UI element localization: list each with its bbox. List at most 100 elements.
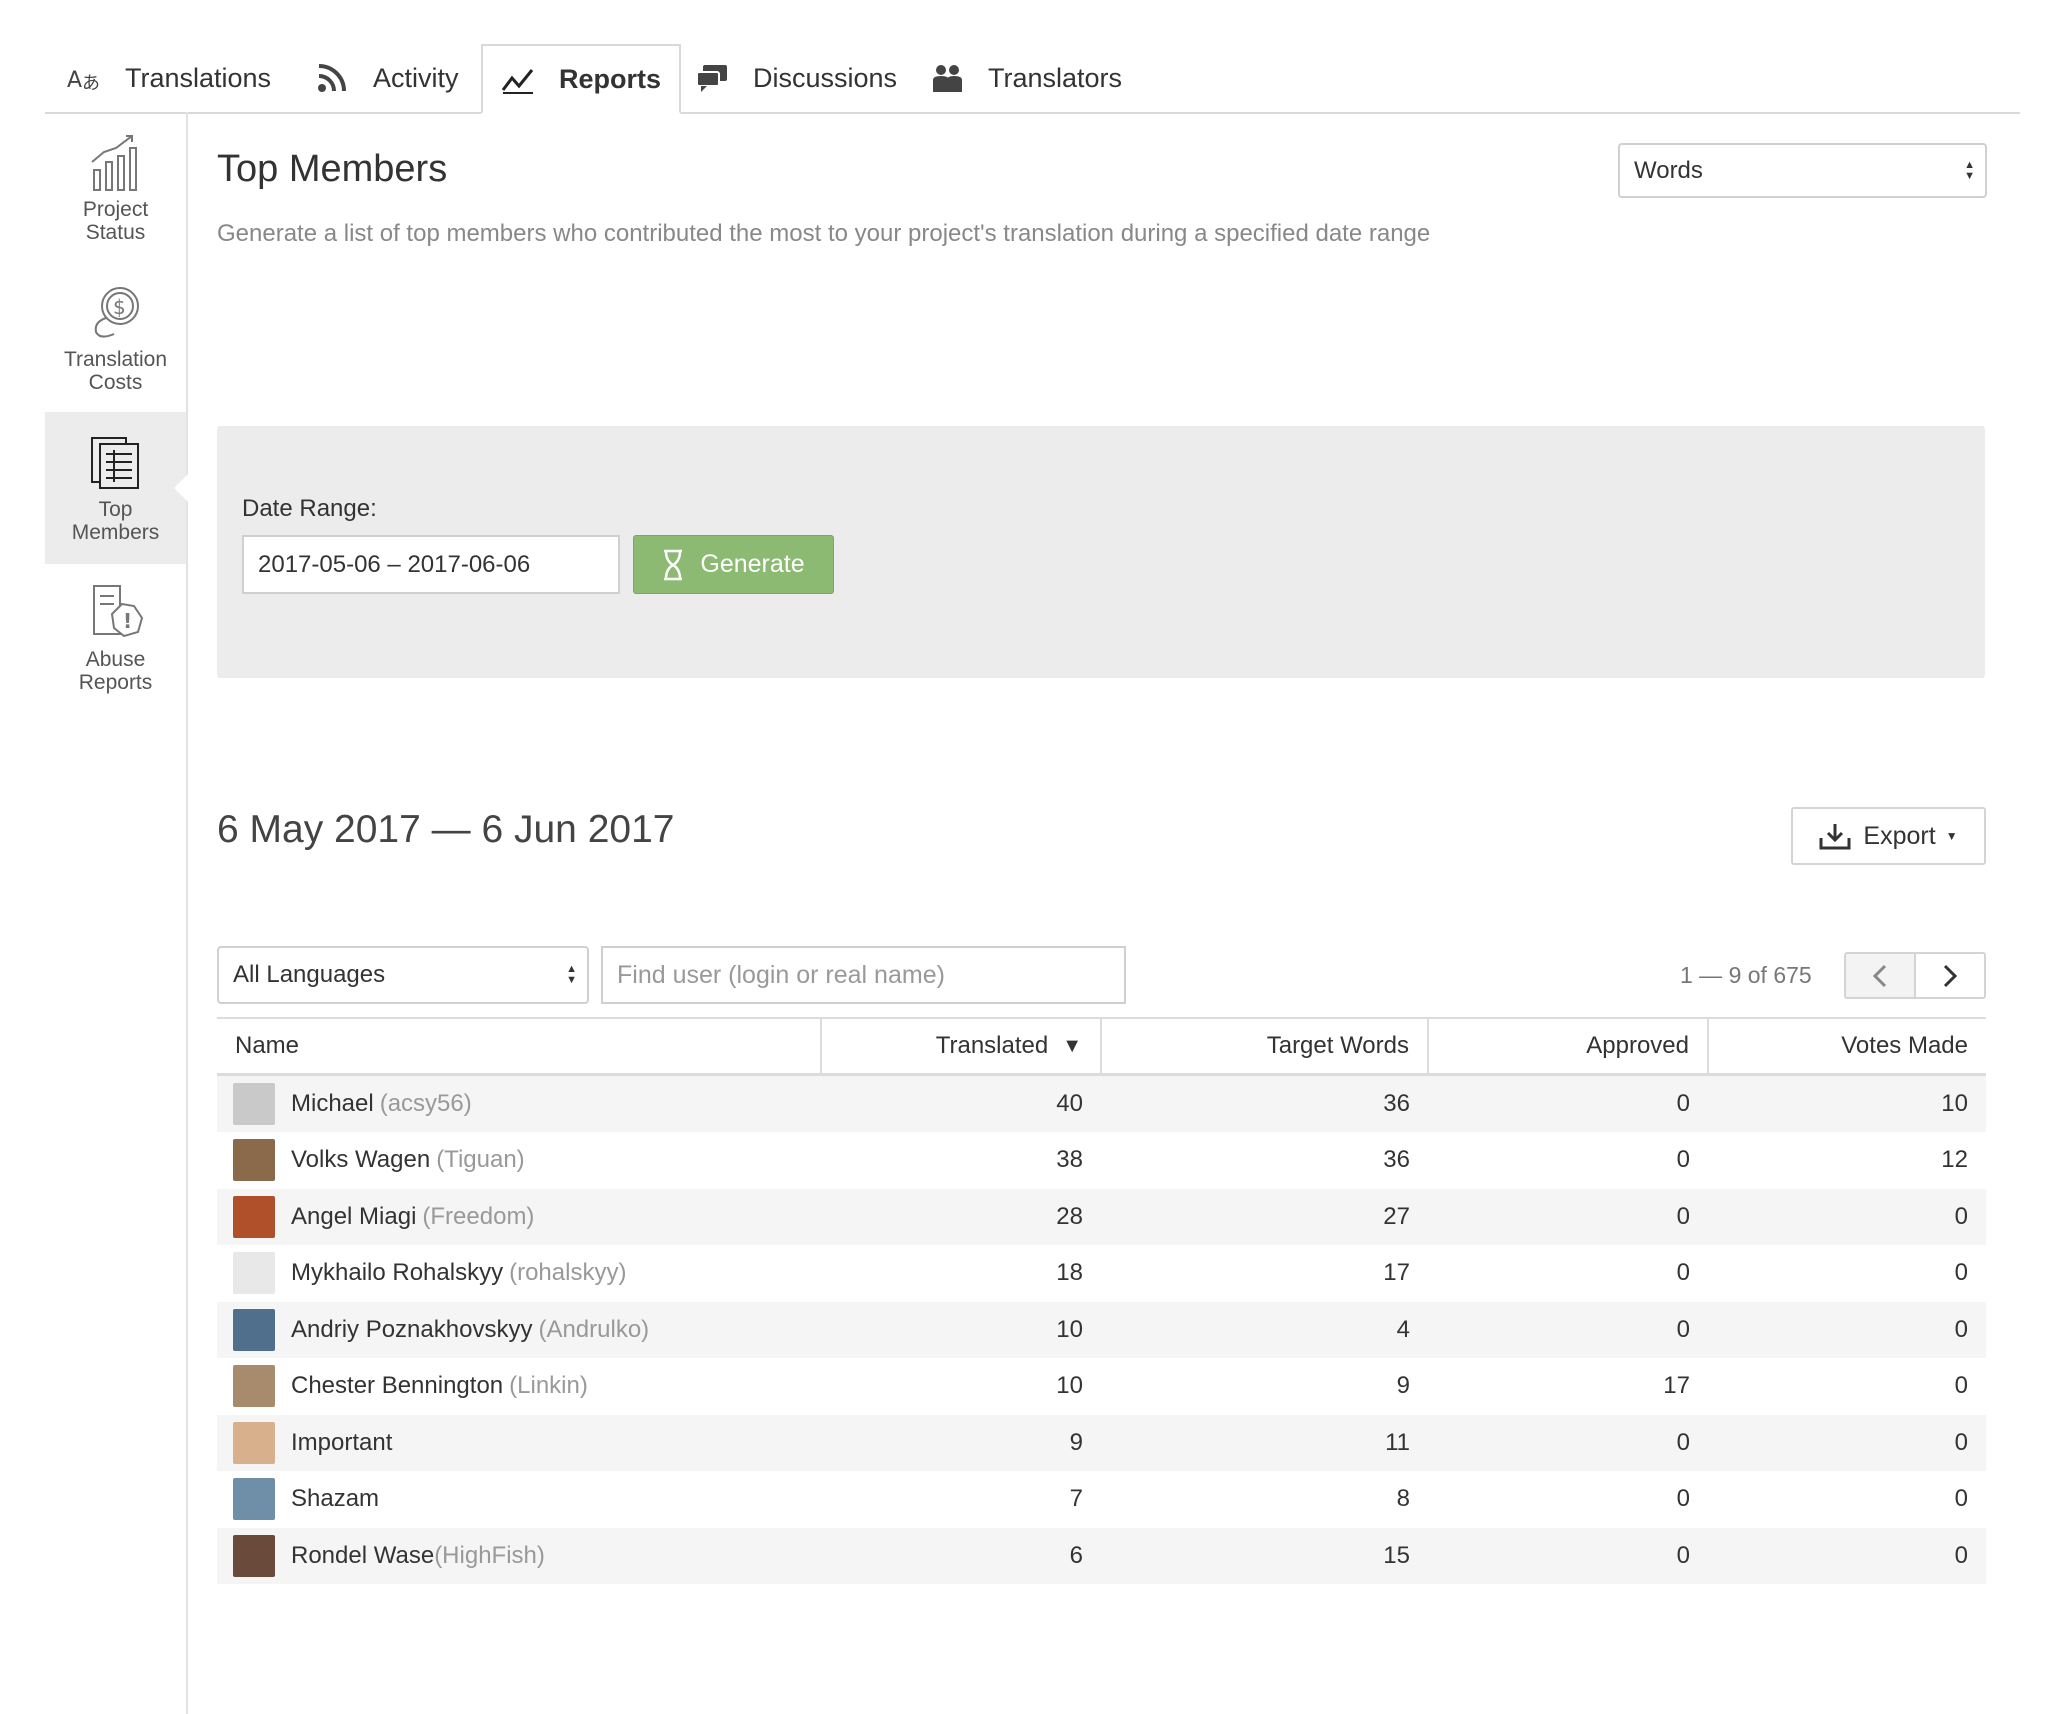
chart-line-icon: [501, 62, 535, 96]
report-warning-icon: !: [92, 585, 143, 638]
coins-icon: $: [94, 287, 139, 338]
table-row: Andriy Poznakhovskyy (Andrulko) 10 4 0 0: [217, 1301, 1986, 1358]
sidebar-label-line2: Reports: [78, 671, 153, 694]
member-login: (Andrulko): [538, 1315, 650, 1343]
member-name-link[interactable]: Michael: [291, 1090, 374, 1118]
download-tray-icon: [1819, 822, 1851, 850]
approved-cell: 17: [1663, 1372, 1690, 1400]
avatar: [233, 1365, 275, 1408]
previous-page-button[interactable]: [1844, 952, 1916, 999]
approved-cell: 0: [1676, 1146, 1690, 1174]
hourglass-icon: [662, 549, 684, 581]
votes-made-cell: 0: [1708, 1301, 1986, 1358]
votes-made-cell: 0: [1708, 1414, 1986, 1471]
member-name-cell: Rondel Wase (HighFish): [217, 1527, 821, 1584]
sidebar-item-top-members[interactable]: Top Members: [45, 412, 188, 564]
page-title: Top Members: [217, 148, 448, 190]
sort-desc-icon: ▼: [1062, 1034, 1082, 1057]
avatar: [233, 1421, 275, 1464]
avatar: [233, 1252, 275, 1295]
translated-cell: 10: [1056, 1372, 1083, 1400]
select-arrows-icon: ▲ ▼: [566, 963, 577, 986]
table-row: Chester Bennington (Linkin) 10 9 17 0: [217, 1358, 1986, 1415]
table-row: Shazam 7 8 0 0: [217, 1471, 1986, 1528]
member-name-cell: Important: [217, 1414, 821, 1471]
member-name-cell: Angel Miagi (Freedom): [217, 1188, 821, 1245]
unit-select[interactable]: Words ▲ ▼: [1618, 143, 1987, 198]
votes-made-cell: 10: [1708, 1074, 1986, 1132]
member-name-link[interactable]: Mykhailo Rohalskyy: [291, 1259, 503, 1287]
people-icon: [930, 61, 964, 95]
sidebar-label-line1: Project: [82, 198, 149, 221]
translated-cell: 28: [821, 1188, 1101, 1245]
translated-cell: 38: [1056, 1146, 1083, 1174]
target-words-cell: 8: [1396, 1485, 1410, 1513]
next-page-button[interactable]: [1914, 952, 1986, 999]
translated-cell: 7: [1069, 1485, 1083, 1513]
tab-discussions[interactable]: Discussions: [695, 44, 897, 112]
target-words-cell: 4: [1101, 1301, 1428, 1358]
table-row: Volks Wagen (Tiguan) 38 36 0 12: [217, 1132, 1986, 1189]
sidebar-item-project-status[interactable]: Project Status: [45, 112, 186, 264]
language-select[interactable]: All Languages ▲ ▼: [217, 946, 589, 1004]
column-label: Votes Made: [1841, 1031, 1968, 1059]
member-name-cell: Chester Bennington (Linkin): [217, 1358, 821, 1415]
column-label: Name: [235, 1031, 300, 1059]
generate-button[interactable]: Generate: [633, 535, 834, 594]
main-tabs: Aあ Translations Activity Reports Discuss…: [45, 44, 2020, 114]
user-search-input[interactable]: [601, 946, 1126, 1004]
language-select-value: All Languages: [233, 961, 386, 988]
member-name-link[interactable]: Rondel Wase: [291, 1542, 434, 1570]
avatar: [233, 1534, 275, 1577]
member-login: (Tiguan): [436, 1146, 525, 1174]
chevron-right-icon: [1943, 964, 1958, 987]
target-words-cell: 9: [1396, 1372, 1410, 1400]
tab-translators[interactable]: Translators: [930, 44, 1122, 112]
chevron-left-icon: [1872, 964, 1887, 987]
target-words-cell: 36: [1383, 1146, 1410, 1174]
sidebar-item-abuse-reports[interactable]: ! Abuse Reports: [45, 562, 186, 714]
sidebar-label-line2: Status: [85, 221, 146, 244]
column-header-name[interactable]: Name: [217, 1017, 821, 1076]
translate-icon: Aあ: [67, 61, 101, 95]
sidebar-label-line2: Members: [71, 521, 160, 544]
avatar: [233, 1478, 275, 1521]
column-header-translated[interactable]: Translated ▼: [820, 1017, 1101, 1076]
caret-down-icon: ▼: [1945, 829, 1958, 843]
member-name-link[interactable]: Angel Miagi: [291, 1203, 416, 1231]
tab-reports[interactable]: Reports: [481, 44, 682, 114]
member-name-link[interactable]: Andriy Poznakhovskyy: [291, 1316, 532, 1344]
export-label: Export: [1863, 821, 1936, 850]
svg-text:あ: あ: [82, 73, 100, 93]
translated-cell: 18: [1056, 1259, 1083, 1287]
member-name-link[interactable]: Shazam: [291, 1485, 379, 1513]
translated-cell: 9: [821, 1414, 1101, 1471]
member-login: (rohalskyy): [509, 1259, 627, 1287]
votes-made-cell: 0: [1954, 1259, 1968, 1287]
table-row: Important 9 11 0 0: [217, 1414, 1986, 1471]
tab-label: Discussions: [753, 62, 898, 93]
page-description: Generate a list of top members who contr…: [217, 220, 1431, 247]
votes-made-cell: 0: [1708, 1188, 1986, 1245]
member-name-link[interactable]: Important: [291, 1429, 392, 1457]
tab-activity[interactable]: Activity: [315, 44, 459, 112]
target-words-cell: 27: [1101, 1188, 1428, 1245]
export-button[interactable]: Export ▼: [1791, 807, 1986, 865]
column-header-votes-made[interactable]: Votes Made: [1707, 1017, 1986, 1076]
approved-cell: 0: [1428, 1414, 1708, 1471]
translated-cell: 10: [821, 1301, 1101, 1358]
column-header-approved[interactable]: Approved: [1427, 1017, 1708, 1076]
sidebar-item-translation-costs[interactable]: $ Translation Costs: [45, 262, 186, 414]
table-row: Mykhailo Rohalskyy (rohalskyy) 18 17 0 0: [217, 1245, 1986, 1302]
member-name-link[interactable]: Volks Wagen: [291, 1146, 430, 1174]
date-range-input[interactable]: [242, 535, 620, 594]
member-name-cell: Volks Wagen (Tiguan): [217, 1132, 821, 1189]
member-name-cell: Andriy Poznakhovskyy (Andrulko): [217, 1301, 821, 1358]
tab-translations[interactable]: Aあ Translations: [67, 44, 271, 112]
column-header-target-words[interactable]: Target Words: [1100, 1017, 1428, 1076]
member-name-link[interactable]: Chester Bennington: [291, 1372, 503, 1400]
svg-text:$: $: [113, 295, 126, 319]
table-row: Michael (acsy56) 40 36 0 10: [217, 1074, 1986, 1132]
table-row: Angel Miagi (Freedom) 28 27 0 0: [217, 1188, 1986, 1245]
table-row: Rondel Wase (HighFish) 6 15 0 0: [217, 1527, 1986, 1584]
